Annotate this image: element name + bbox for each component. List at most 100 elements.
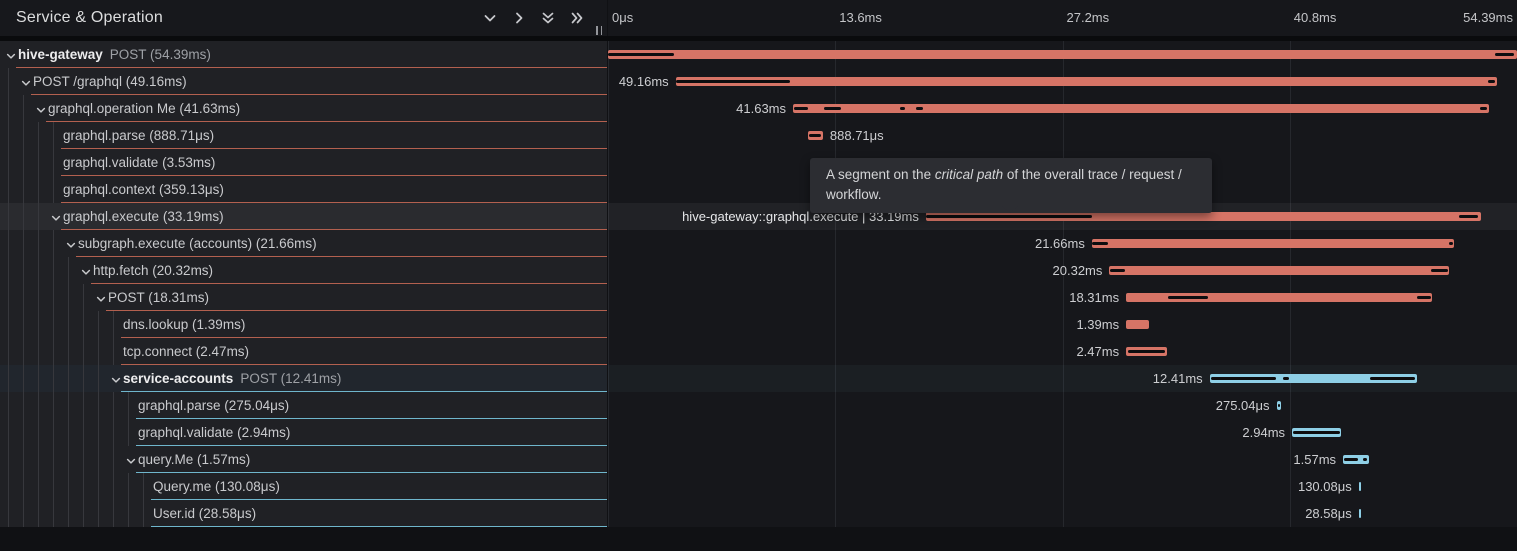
- span-row-label-0[interactable]: hive-gatewayPOST (54.39ms): [0, 41, 607, 68]
- span-duration-label: 1.57ms: [1293, 446, 1336, 473]
- span-row-label-2[interactable]: graphql.operation Me (41.63ms): [0, 95, 607, 122]
- indent-guide: [83, 419, 84, 446]
- span-duration-bar[interactable]: [608, 50, 1517, 59]
- span-row-label-7[interactable]: subgraph.execute (accounts) (21.66ms): [0, 230, 607, 257]
- indent-guide: [53, 473, 54, 500]
- span-row-bar-10[interactable]: 1.39ms: [608, 311, 1517, 338]
- collapse-span-button[interactable]: [50, 211, 62, 223]
- span-duration-bar[interactable]: [1359, 482, 1361, 491]
- chevron-down-icon: [20, 77, 32, 89]
- span-duration-label: 888.71μs: [830, 122, 884, 149]
- indent-guide: [128, 473, 129, 500]
- span-row-bar-8[interactable]: 20.32ms: [608, 257, 1517, 284]
- span-row-label-5[interactable]: graphql.context (359.13μs): [0, 176, 607, 203]
- critical-path-segment[interactable]: [1363, 458, 1367, 461]
- critical-path-segment[interactable]: [794, 107, 808, 110]
- expand-all-button[interactable]: [540, 10, 556, 26]
- span-row-bar-17[interactable]: 28.58μs: [608, 500, 1517, 527]
- span-row-bar-11[interactable]: 2.47ms: [608, 338, 1517, 365]
- span-name: subgraph.execute (accounts) (21.66ms): [78, 230, 317, 257]
- span-row-label-13[interactable]: graphql.parse (275.04μs): [0, 392, 607, 419]
- span-row-label-14[interactable]: graphql.validate (2.94ms): [0, 419, 607, 446]
- indent-guide: [128, 419, 129, 446]
- critical-path-segment[interactable]: [1293, 431, 1340, 434]
- span-row-label-1[interactable]: POST /graphql (49.16ms): [0, 68, 607, 95]
- span-name: graphql.validate (2.94ms): [138, 419, 290, 446]
- collapse-span-button[interactable]: [5, 49, 17, 61]
- collapse-span-button[interactable]: [35, 103, 47, 115]
- span-row-bar-15[interactable]: 1.57ms: [608, 446, 1517, 473]
- span-row-label-3[interactable]: graphql.parse (888.71μs): [0, 122, 607, 149]
- span-duration-bar[interactable]: [1109, 266, 1449, 275]
- indent-guide: [23, 392, 24, 419]
- collapse-span-button[interactable]: [125, 454, 137, 466]
- collapse-span-button[interactable]: [20, 76, 32, 88]
- span-row-bar-14[interactable]: 2.94ms: [608, 419, 1517, 446]
- expand-one-button[interactable]: [482, 10, 498, 26]
- span-row-bar-3[interactable]: 888.71μs: [608, 122, 1517, 149]
- span-row-bar-12[interactable]: 12.41ms: [608, 365, 1517, 392]
- span-duration-bar[interactable]: [1092, 239, 1454, 248]
- span-row-label-8[interactable]: http.fetch (20.32ms): [0, 257, 607, 284]
- collapse-all-button[interactable]: [569, 10, 585, 26]
- span-row-label-15[interactable]: query.Me (1.57ms): [0, 446, 607, 473]
- span-duration-bar[interactable]: [676, 77, 1498, 86]
- span-row-label-4[interactable]: graphql.validate (3.53ms): [0, 149, 607, 176]
- critical-path-segment[interactable]: [824, 107, 842, 110]
- span-row-bar-9[interactable]: 18.31ms: [608, 284, 1517, 311]
- critical-path-segment[interactable]: [1092, 242, 1107, 245]
- span-duration-bar[interactable]: [1359, 509, 1361, 518]
- collapse-span-button[interactable]: [80, 265, 92, 277]
- critical-path-segment[interactable]: [608, 53, 674, 56]
- critical-path-segment[interactable]: [1495, 53, 1513, 56]
- span-row-label-9[interactable]: POST (18.31ms): [0, 284, 607, 311]
- span-row-label-12[interactable]: service-accountsPOST (12.41ms): [0, 365, 607, 392]
- indent-guide: [38, 338, 39, 365]
- indent-guide: [8, 203, 9, 230]
- critical-path-segment[interactable]: [1488, 80, 1495, 83]
- critical-path-segment[interactable]: [809, 134, 821, 137]
- span-row-label-16[interactable]: Query.me (130.08μs): [0, 473, 607, 500]
- span-row-bar-2[interactable]: 41.63ms: [608, 95, 1517, 122]
- span-row-bar-1[interactable]: 49.16ms: [608, 68, 1517, 95]
- span-name: graphql.validate (3.53ms): [63, 149, 215, 176]
- span-row-bar-16[interactable]: 130.08μs: [608, 473, 1517, 500]
- indent-guide: [38, 284, 39, 311]
- timeline-scrubber-strip[interactable]: [0, 36, 1517, 41]
- collapse-one-button[interactable]: [511, 10, 527, 26]
- span-duration-label: 275.04μs: [1216, 392, 1270, 419]
- critical-path-segment[interactable]: [1417, 296, 1431, 299]
- collapse-span-button[interactable]: [95, 292, 107, 304]
- critical-path-segment[interactable]: [1449, 242, 1453, 245]
- collapse-span-button[interactable]: [110, 373, 122, 385]
- indent-guide: [8, 68, 9, 95]
- critical-path-segment[interactable]: [926, 215, 1091, 218]
- critical-path-segment[interactable]: [1110, 269, 1125, 272]
- span-row-label-10[interactable]: dns.lookup (1.39ms): [0, 311, 607, 338]
- critical-path-segment[interactable]: [1370, 377, 1415, 380]
- span-row-label-17[interactable]: User.id (28.58μs): [0, 500, 607, 527]
- span-row-label-11[interactable]: tcp.connect (2.47ms): [0, 338, 607, 365]
- collapse-span-button[interactable]: [65, 238, 77, 250]
- span-row-label-6[interactable]: graphql.execute (33.19ms): [0, 203, 607, 230]
- critical-path-segment[interactable]: [1278, 404, 1280, 407]
- critical-path-segment[interactable]: [1480, 107, 1487, 110]
- critical-path-tooltip: A segment on the critical path of the ov…: [810, 158, 1212, 213]
- span-duration-bar[interactable]: [793, 104, 1489, 113]
- critical-path-segment[interactable]: [1459, 215, 1478, 218]
- span-row-bar-7[interactable]: 21.66ms: [608, 230, 1517, 257]
- critical-path-segment[interactable]: [676, 80, 790, 83]
- span-name: User.id (28.58μs): [153, 500, 256, 527]
- critical-path-segment[interactable]: [1128, 350, 1166, 353]
- critical-path-segment[interactable]: [1211, 377, 1275, 380]
- critical-path-segment[interactable]: [1431, 269, 1448, 272]
- span-row-bar-13[interactable]: 275.04μs: [608, 392, 1517, 419]
- span-row-bar-0[interactable]: [608, 41, 1517, 68]
- critical-path-segment[interactable]: [1168, 296, 1208, 299]
- critical-path-segment[interactable]: [916, 107, 924, 110]
- indent-guide: [98, 473, 99, 500]
- panel-resize-grip[interactable]: [596, 26, 602, 35]
- span-duration-bar[interactable]: [1126, 320, 1149, 329]
- critical-path-segment[interactable]: [1283, 377, 1289, 380]
- critical-path-segment[interactable]: [1344, 458, 1357, 461]
